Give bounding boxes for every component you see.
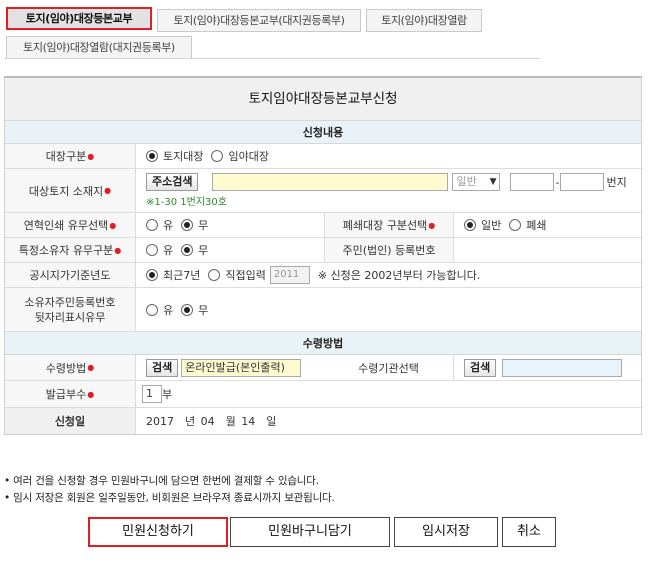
row-owner-id-display: 소유자주민등록번호 뒷자리표시유무 유 무 <box>5 288 641 332</box>
address-search-button[interactable]: 주소검색 <box>146 173 199 191</box>
address-type-select[interactable]: 일반 ▼ <box>452 173 501 191</box>
receive-org-input[interactable] <box>502 358 623 377</box>
month-unit: 월 <box>225 415 236 428</box>
sub-lot-number-input[interactable] <box>560 173 605 191</box>
day-unit: 일 <box>266 415 277 428</box>
row-copies: 발급부수 ● 1 부 <box>5 381 641 408</box>
apply-date-label: 신청일 <box>5 408 136 434</box>
address-hint: ※1-30 1번지30호 <box>146 197 227 208</box>
history-print-label: 연혁인쇄 유무선택 ● <box>5 213 136 237</box>
copies-input[interactable]: 1 <box>142 385 162 403</box>
row-apply-date: 신청일 2017 년 04 월 14 일 <box>5 408 641 434</box>
year-input[interactable]: 2011 <box>269 266 310 284</box>
receive-org-label: 수령기관선택 <box>324 355 454 380</box>
radio-history-yes[interactable]: 유 <box>146 217 173 233</box>
section-receive-method: 수령방법 <box>5 332 641 355</box>
apply-day: 14 <box>241 414 256 428</box>
receive-method-search-button[interactable]: 검색 <box>146 358 179 377</box>
row-ledger-type: 대장구분 ● 토지대장 임야대장 <box>5 144 641 169</box>
radio-forest-ledger[interactable]: 임야대장 <box>211 148 269 164</box>
year-unit: 년 <box>185 415 196 428</box>
radio-direct-input[interactable]: 직접입력 <box>208 267 266 283</box>
cancel-button[interactable]: 취소 <box>502 517 556 547</box>
radio-land-ledger[interactable]: 토지대장 <box>146 148 203 164</box>
radio-closed-normal[interactable]: 일반 <box>464 217 501 233</box>
standard-date-label: 공시지가기준년도 <box>5 263 136 287</box>
apply-button[interactable]: 민원신청하기 <box>88 517 228 547</box>
section-apply-content: 신청내용 <box>5 121 641 144</box>
address-label: 대상토지 소재지 ● <box>5 169 136 212</box>
owner-id-display-label: 소유자주민등록번호 뒷자리표시유무 <box>5 288 136 331</box>
row-history-closed: 연혁인쇄 유무선택 ● 유 무 폐쇄대장 구분선택 ● 일반 폐쇄 <box>5 213 641 238</box>
address-input[interactable] <box>212 173 449 191</box>
radio-history-no[interactable]: 무 <box>181 217 208 233</box>
resident-number-label: 주민(법인) 등록번호 <box>324 238 454 262</box>
resident-number-value <box>454 238 641 262</box>
receive-org-search-button[interactable]: 검색 <box>464 358 497 377</box>
tab-land-ledger-view[interactable]: 토지(임야)대장열람 <box>366 9 482 32</box>
radio-closed-closed[interactable]: 폐쇄 <box>509 217 547 233</box>
row-receive: 수령방법 ● 검색 온라인발급(본인출력) 수령기관선택 검색 <box>5 355 641 381</box>
apply-month: 04 <box>200 414 215 428</box>
tab-land-ledger-copy-site-rights[interactable]: 토지(임야)대장등본교부(대지권등록부) <box>157 9 361 32</box>
row-special-owner: 특정소유자 유무구분 ● 유 무 주민(법인) 등록번호 <box>5 238 641 263</box>
receive-method-input[interactable]: 온라인발급(본인출력) <box>181 358 302 377</box>
radio-recent-7-years[interactable]: 최근7년 <box>146 267 200 283</box>
add-to-basket-button[interactable]: 민원바구니담기 <box>230 517 390 547</box>
receive-method-label: 수령방법 ● <box>5 355 136 380</box>
note-temp-save: • 임시 저장은 회원은 일주일동안, 비회원은 브라우져 종료시까지 보관됩니… <box>4 492 335 504</box>
apply-year: 2017 <box>146 414 174 428</box>
special-owner-label: 특정소유자 유무구분 ● <box>5 238 136 262</box>
main-lot-number-input[interactable] <box>510 173 555 191</box>
form-title: 토지임야대장등본교부신청 <box>5 78 641 121</box>
note-basket: • 여러 건을 신청할 경우 민원바구니에 담으면 한번에 결제할 수 있습니다… <box>4 475 319 487</box>
radio-special-owner-yes[interactable]: 유 <box>146 242 173 258</box>
row-standard-date: 공시지가기준년도 최근7년 직접입력 2011 ※ 신청은 2002년부터 가능… <box>5 263 641 288</box>
chevron-down-icon: ▼ <box>489 177 497 187</box>
copies-unit: 부 <box>162 388 173 401</box>
closed-type-label: 폐쇄대장 구분선택 ● <box>324 213 454 237</box>
ledger-type-label: 대장구분 ● <box>5 144 136 168</box>
standard-date-note: ※ 신청은 2002년부터 가능합니다. <box>317 269 481 282</box>
tab-land-ledger-view-site-rights[interactable]: 토지(임야)대장열람(대지권등록부) <box>6 36 192 59</box>
tab-divider <box>4 58 540 59</box>
lot-suffix: 번지 <box>606 176 627 189</box>
temp-save-button[interactable]: 임시저장 <box>394 517 498 547</box>
radio-owner-id-yes[interactable]: 유 <box>146 302 173 318</box>
application-form: 토지임야대장등본교부신청 신청내용 대장구분 ● 토지대장 임야대장 대상토지 소… <box>4 76 642 435</box>
row-address: 대상토지 소재지 ● 주소검색 일반 ▼ - 번지 ※1-30 1번지30호 <box>5 169 641 213</box>
radio-owner-id-no[interactable]: 무 <box>181 302 208 318</box>
radio-special-owner-no[interactable]: 무 <box>181 242 208 258</box>
copies-label: 발급부수 ● <box>5 381 136 407</box>
notes: • 여러 건을 신청할 경우 민원바구니에 담으면 한번에 결제할 수 있습니다… <box>4 473 335 507</box>
tab-land-ledger-copy[interactable]: 토지(임야)대장등본교부 <box>6 7 152 30</box>
